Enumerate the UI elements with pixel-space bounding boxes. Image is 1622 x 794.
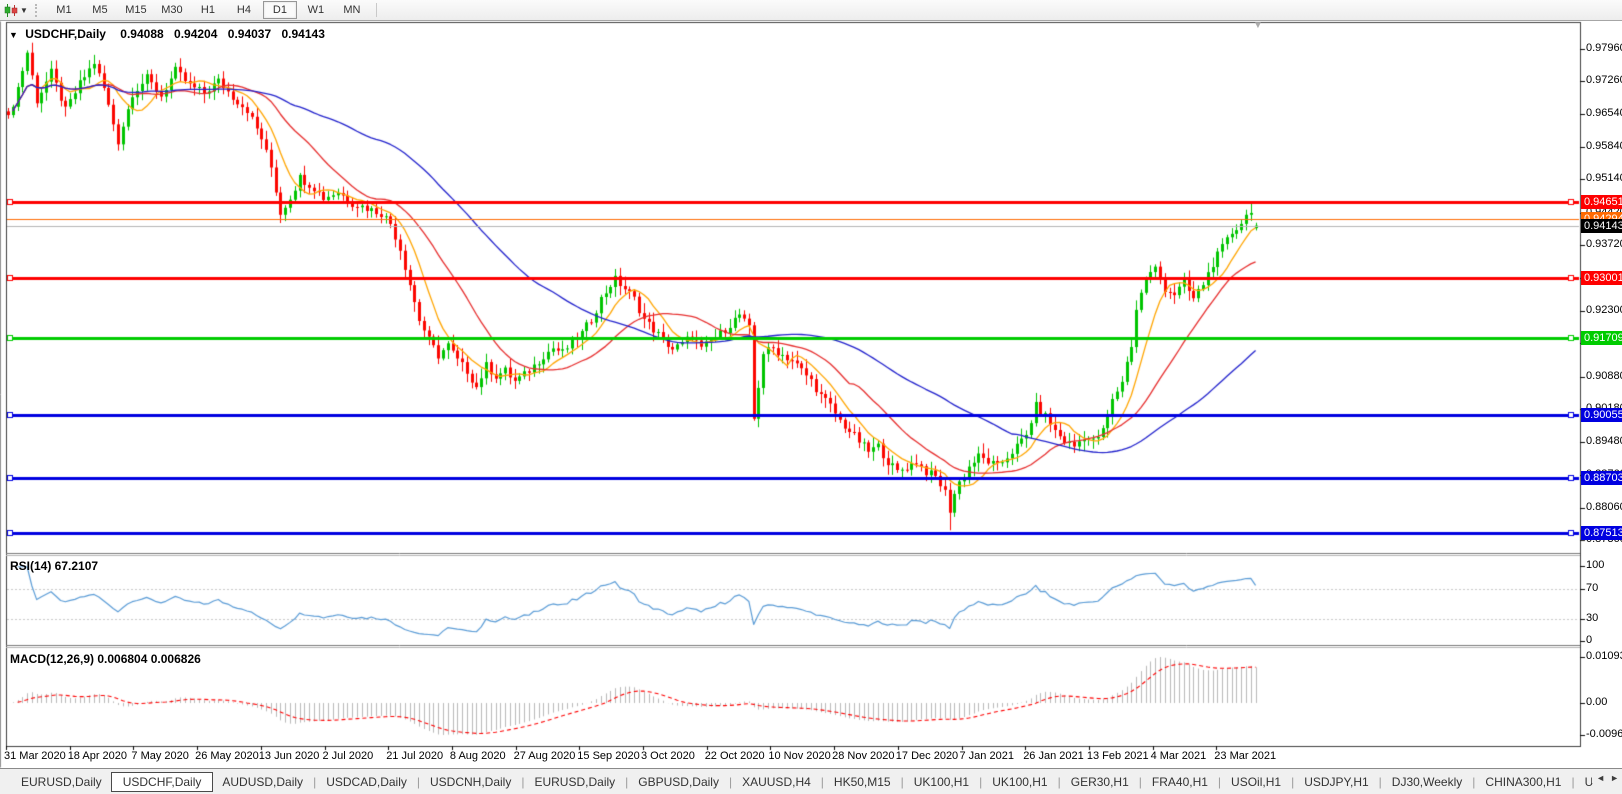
ohlc-low: 0.94037	[228, 27, 271, 41]
price-level-badge: 0.87513	[1581, 526, 1622, 540]
symbol-tabbar: EURUSD,DailyUSDCHF,DailyAUDUSD,Daily|USD…	[0, 768, 1622, 794]
price-level-badge: 0.88703	[1581, 471, 1622, 485]
chart-symbol-label: USDCHF,Daily	[25, 27, 106, 41]
macd-tick-label: 0.010933	[1586, 650, 1622, 662]
price-tick-label: 0.90880	[1586, 370, 1622, 382]
symbol-tab-2[interactable]: AUDUSD,Daily	[213, 772, 312, 792]
rsi-tick-label: 70	[1586, 582, 1598, 594]
symbol-tab-7[interactable]: XAUUSD,H4	[733, 772, 820, 792]
symbol-tab-1[interactable]: USDCHF,Daily	[111, 772, 214, 792]
price-tick-label: 0.95140	[1586, 172, 1622, 184]
price-tick-label: 0.95840	[1586, 140, 1622, 152]
ohlc-open: 0.94088	[120, 27, 163, 41]
timeframe-button-m15[interactable]: M15	[119, 1, 153, 19]
tabs-scroll-right-button[interactable]: ►	[1610, 773, 1619, 783]
symbol-tab-6[interactable]: GBPUSD,Daily	[629, 772, 728, 792]
timeframe-button-w1[interactable]: W1	[299, 1, 333, 19]
timeframe-button-m30[interactable]: M30	[155, 1, 189, 19]
chart-canvas[interactable]	[0, 0, 1622, 794]
symbol-tab-16[interactable]: CHINA300,H1	[1476, 772, 1570, 792]
price-level-badge: 0.91709	[1581, 331, 1622, 345]
symbol-tab-5[interactable]: EURUSD,Daily	[525, 772, 624, 792]
date-label: 27 Aug 2020	[514, 750, 576, 762]
timeframe-button-m5[interactable]: M5	[83, 1, 117, 19]
toolbar-grip	[35, 4, 40, 17]
chart-title: ▼ USDCHF,Daily 0.94088 0.94204 0.94037 0…	[9, 27, 332, 41]
rsi-tick-label: 30	[1586, 612, 1598, 624]
date-label: 17 Dec 2020	[896, 750, 958, 762]
price-tick-label: 0.97260	[1586, 74, 1622, 86]
date-label: 22 Oct 2020	[705, 750, 765, 762]
rsi-tick-label: 100	[1586, 559, 1604, 571]
ohlc-close: 0.94143	[282, 27, 325, 41]
date-label: 4 Mar 2021	[1151, 750, 1207, 762]
macd-tick-label: -0.009653	[1586, 728, 1622, 740]
symbol-tab-14[interactable]: USDJPY,H1	[1295, 772, 1377, 792]
symbol-tab-15[interactable]: DJ30,Weekly	[1383, 772, 1471, 792]
date-label: 3 Oct 2020	[641, 750, 695, 762]
chart-type-button[interactable]: ▼	[0, 3, 30, 18]
date-label: 13 Jun 2020	[259, 750, 320, 762]
timeframe-button-mn[interactable]: MN	[335, 1, 369, 19]
date-label: 18 Apr 2020	[68, 750, 127, 762]
macd-tick-label: 0.00	[1586, 696, 1607, 708]
collapse-caret-icon[interactable]: ▼	[9, 30, 18, 40]
date-label: 13 Feb 2021	[1087, 750, 1149, 762]
symbol-tab-11[interactable]: GER30,H1	[1062, 772, 1138, 792]
chevron-down-icon: ▼	[20, 6, 28, 15]
symbol-tab-8[interactable]: HK50,M15	[825, 772, 900, 792]
timeframe-buttons: M1M5M15M30H1H4D1W1MN	[46, 1, 370, 19]
date-label: 7 Jan 2021	[960, 750, 1014, 762]
tabs-scroll-left-button[interactable]: ◄	[1596, 773, 1605, 783]
symbol-tab-10[interactable]: UK100,H1	[983, 772, 1056, 792]
rsi-label: RSI(14) 67.2107	[10, 559, 98, 573]
date-label: 15 Sep 2020	[577, 750, 639, 762]
symbol-tab-9[interactable]: UK100,H1	[905, 772, 978, 792]
symbol-tab-13[interactable]: USOil,H1	[1222, 772, 1290, 792]
date-label: 8 Aug 2020	[450, 750, 506, 762]
timeframe-button-h4[interactable]: H4	[227, 1, 261, 19]
date-label: 2 Jul 2020	[323, 750, 374, 762]
price-level-badge: 0.93001	[1581, 271, 1622, 285]
price-tick-label: 0.89480	[1586, 435, 1622, 447]
tab-scroll-controls: ◄ ►	[1592, 773, 1619, 783]
ohlc-high: 0.94204	[174, 27, 217, 41]
date-label: 31 Mar 2020	[4, 750, 66, 762]
price-tick-label: 0.96540	[1586, 107, 1622, 119]
trading-terminal: { "toolbar": { "timeframes": ["M1","M5",…	[0, 0, 1622, 794]
price-tick-label: 0.88060	[1586, 501, 1622, 513]
price-level-badge: 0.94143	[1581, 219, 1622, 233]
rsi-tick-label: 0	[1586, 634, 1592, 646]
date-label: 23 Mar 2021	[1214, 750, 1276, 762]
price-tick-label: 0.97960	[1586, 42, 1622, 54]
price-tick-label: 0.92300	[1586, 304, 1622, 316]
macd-label: MACD(12,26,9) 0.006804 0.006826	[10, 652, 201, 666]
date-label: 26 Jan 2021	[1023, 750, 1084, 762]
price-level-badge: 0.90055	[1581, 408, 1622, 422]
price-tick-label: 0.93720	[1586, 238, 1622, 250]
toolbar-separator	[376, 3, 377, 17]
symbol-tab-0[interactable]: EURUSD,Daily	[12, 772, 111, 792]
top-toolbar: ▼ M1M5M15M30H1H4D1W1MN	[0, 0, 1622, 21]
candlestick-chart-icon	[4, 4, 18, 17]
symbol-tab-4[interactable]: USDCNH,Daily	[421, 772, 520, 792]
symbol-tab-12[interactable]: FRA40,H1	[1143, 772, 1217, 792]
date-label: 7 May 2020	[131, 750, 188, 762]
timeframe-button-m1[interactable]: M1	[47, 1, 81, 19]
timeframe-button-h1[interactable]: H1	[191, 1, 225, 19]
symbol-tab-3[interactable]: USDCAD,Daily	[317, 772, 416, 792]
autoscroll-marker-icon: ▼	[1253, 21, 1263, 31]
date-label: 28 Nov 2020	[832, 750, 894, 762]
date-label: 21 Jul 2020	[386, 750, 443, 762]
date-label: 26 May 2020	[195, 750, 259, 762]
price-level-badge: 0.94651	[1581, 195, 1622, 209]
timeframe-button-d1[interactable]: D1	[263, 1, 297, 19]
date-label: 10 Nov 2020	[768, 750, 830, 762]
